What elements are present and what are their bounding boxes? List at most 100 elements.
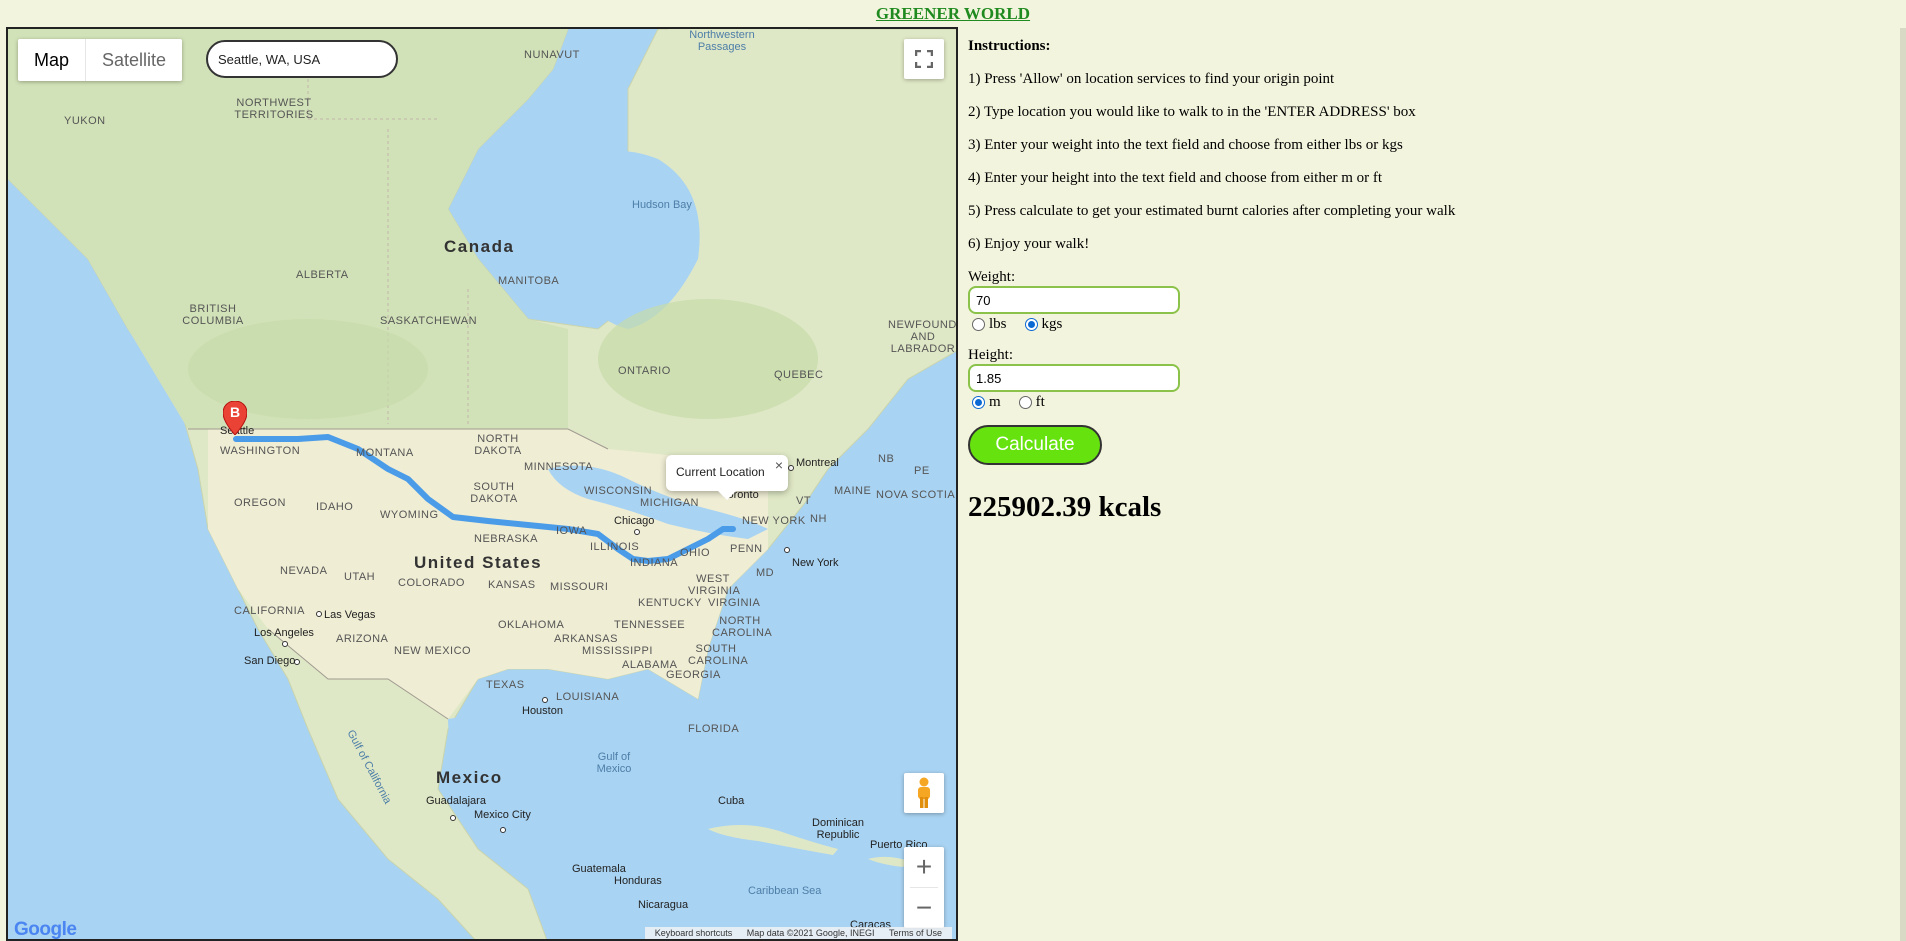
kgs-radio[interactable] [1024,318,1038,331]
site-title[interactable]: GREENER WORLD [0,4,1906,24]
label-nicaragua: Nicaragua [638,899,689,911]
fullscreen-button[interactable] [904,39,944,79]
label-ontario: ONTARIO [618,365,671,377]
pegman-icon [918,777,930,808]
label-las-vegas: Las Vegas [324,609,376,621]
page-scrollbar[interactable] [1900,28,1906,941]
label-washington: WASHINGTON [220,445,301,457]
label-north-carolina: NORTH CAROLINA [712,615,773,639]
instruction-step: 5) Press calculate to get your estimated… [968,203,1456,219]
lbs-radio[interactable] [972,318,985,331]
calorie-panel: Instructions: 1) Press 'Allow' on locati… [968,38,1868,524]
m-label: m [989,394,1001,410]
label-texas: TEXAS [486,679,525,691]
label-northwestern-passages: Northwestern Passages [689,29,755,53]
label-nunavut: NUNAVUT [524,49,580,61]
zoom-out-button[interactable]: − [904,888,944,928]
address-search-input[interactable] [206,40,398,78]
map-container[interactable]: Canada United States Mexico NUNAVUT YUKO… [6,27,958,941]
infowindow-text: Current Location [676,465,765,479]
label-vt: VT [796,495,812,507]
label-chicago: Chicago [614,515,655,527]
lbs-label: lbs [989,316,1007,332]
label-florida: FLORIDA [688,723,740,735]
city-dot-houston [542,697,548,703]
label-tennessee: TENNESSEE [614,619,686,631]
label-mexico: Mexico [436,768,503,787]
label-canada: Canada [444,237,515,256]
city-dot-mexico-city [500,827,506,833]
terms-of-use-link[interactable]: Terms of Use [889,928,942,938]
label-san-diego: San Diego [244,655,296,667]
label-houston: Houston [522,705,563,717]
map-data-text: Map data ©2021 Google, INEGI [746,928,875,938]
label-new-mexico: NEW MEXICO [394,645,472,657]
label-north-dakota: NORTH DAKOTA [474,433,522,457]
label-yukon: YUKON [64,115,106,127]
label-united-states: United States [414,553,543,572]
fullscreen-icon [915,50,933,68]
label-montreal: Montreal [796,457,839,469]
label-arizona: ARIZONA [336,633,389,645]
city-dot-montreal [788,465,794,471]
kgs-label: kgs [1041,316,1063,332]
weight-input[interactable] [968,286,1180,314]
label-louisiana: LOUISIANA [556,691,620,703]
weight-unit-group: lbs kgs [972,316,1868,333]
city-dot-las-vegas [316,611,322,617]
label-arkansas: ARKANSAS [554,633,618,645]
label-south-carolina: SOUTH CAROLINA [688,643,749,667]
label-california: CALIFORNIA [234,605,306,617]
label-newfoundland: NEWFOUNDLAND AND LABRADOR [888,319,957,355]
label-dominican-republic: Dominican Republic [812,817,864,841]
label-iowa: IOWA [556,525,587,537]
label-maine: MAINE [834,485,872,497]
destination-marker[interactable]: B [222,400,248,436]
label-guadalajara: Guadalajara [426,795,486,807]
label-md: MD [756,567,775,579]
current-location-infowindow: Current Location × [666,455,788,500]
label-colorado: COLORADO [398,577,465,589]
map-type-satellite-button[interactable]: Satellite [85,39,182,81]
label-illinois: ILLINOIS [590,541,640,553]
height-input[interactable] [968,364,1180,392]
label-nh: NH [810,513,827,525]
zoom-in-button[interactable]: + [904,847,944,887]
label-mexico-city: Mexico City [474,809,531,821]
label-oklahoma: OKLAHOMA [498,619,565,631]
label-manitoba: MANITOBA [498,275,560,287]
label-nwt: NORTHWEST TERRITORIES [234,97,314,121]
google-logo[interactable]: Google [14,919,77,939]
label-alberta: ALBERTA [296,269,349,281]
label-montana: MONTANA [356,447,414,459]
marker-label: B [229,404,241,420]
label-minnesota: MINNESOTA [524,461,594,473]
street-view-pegman[interactable] [904,773,944,813]
instruction-step: 3) Enter your weight into the text field… [968,137,1403,153]
label-kansas: KANSAS [488,579,536,591]
label-oregon: OREGON [234,497,286,509]
height-label: Height: [968,347,1013,363]
m-radio[interactable] [972,396,985,409]
city-dot-guadalajara [450,815,456,821]
instruction-step: 1) Press 'Allow' on location services to… [968,71,1335,87]
label-british-columbia: BRITISH COLUMBIA [182,303,244,327]
ft-radio[interactable] [1018,396,1032,409]
map-type-map-button[interactable]: Map [18,39,85,81]
label-new-york: NEW YORK [742,515,806,527]
instruction-step: 4) Enter your height into the text field… [968,170,1383,186]
label-indiana: INDIANA [630,557,679,569]
label-west-virginia: WEST VIRGINIA [688,573,741,597]
label-idaho: IDAHO [316,501,354,513]
city-dot-los-angeles [282,641,288,647]
label-nebraska: NEBRASKA [474,533,538,545]
label-nevada: NEVADA [280,565,328,577]
label-honduras: Honduras [614,875,662,887]
keyboard-shortcuts-link[interactable]: Keyboard shortcuts [655,928,733,938]
close-icon[interactable]: × [775,457,783,473]
label-saskatchewan: SASKATCHEWAN [380,315,478,327]
label-hudson-bay: Hudson Bay [632,199,692,211]
label-pe: PE [914,465,930,477]
calculate-button[interactable]: Calculate [968,425,1102,465]
label-guatemala: Guatemala [572,863,626,875]
